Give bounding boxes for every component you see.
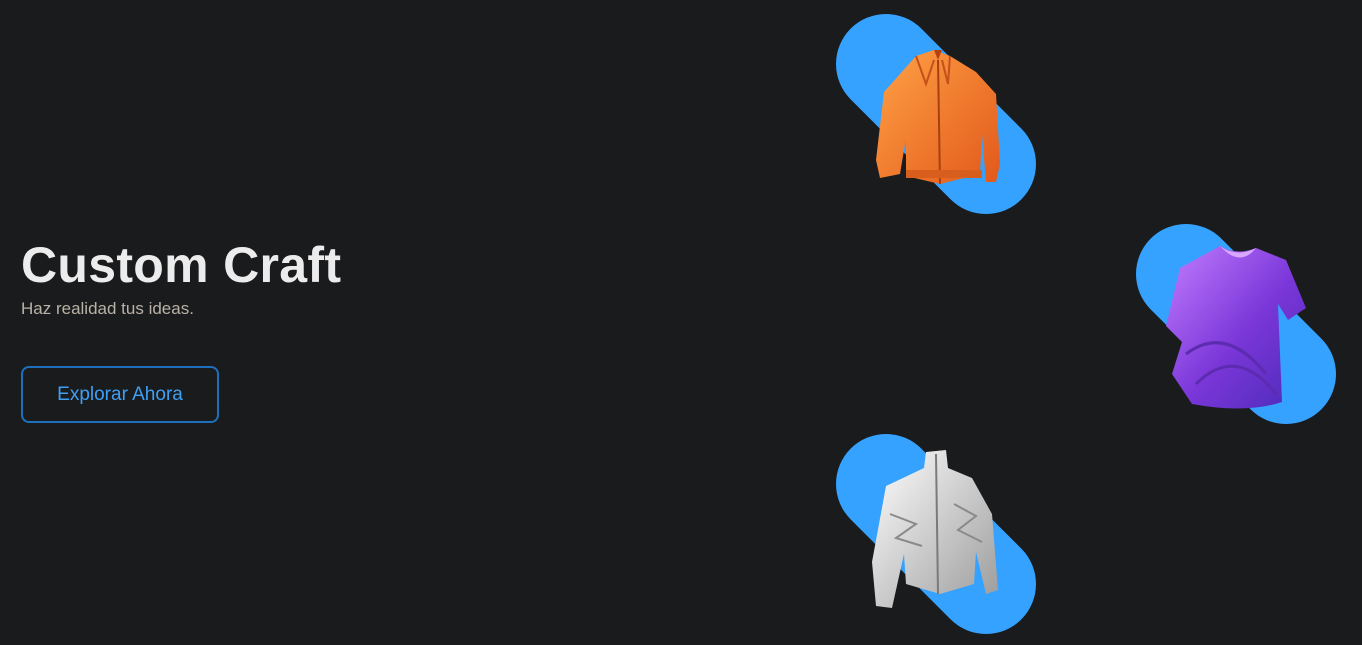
product-white-jacket[interactable] bbox=[836, 434, 1036, 634]
jacket-icon bbox=[876, 50, 1000, 185]
hero-subtitle: Haz realidad tus ideas. bbox=[21, 299, 194, 318]
jacket-icon bbox=[872, 450, 998, 608]
product-orange-jacket[interactable] bbox=[836, 14, 1036, 214]
product-purple-tshirt[interactable] bbox=[1136, 224, 1336, 424]
tshirt-icon bbox=[1166, 246, 1306, 409]
hero-section: Custom Craft Haz realidad tus ideas. Exp… bbox=[0, 0, 1362, 645]
hero-title: Custom Craft bbox=[21, 237, 342, 293]
hero-text: Custom Craft Haz realidad tus ideas. bbox=[21, 236, 521, 320]
explore-button[interactable]: Explorar Ahora bbox=[21, 366, 219, 423]
